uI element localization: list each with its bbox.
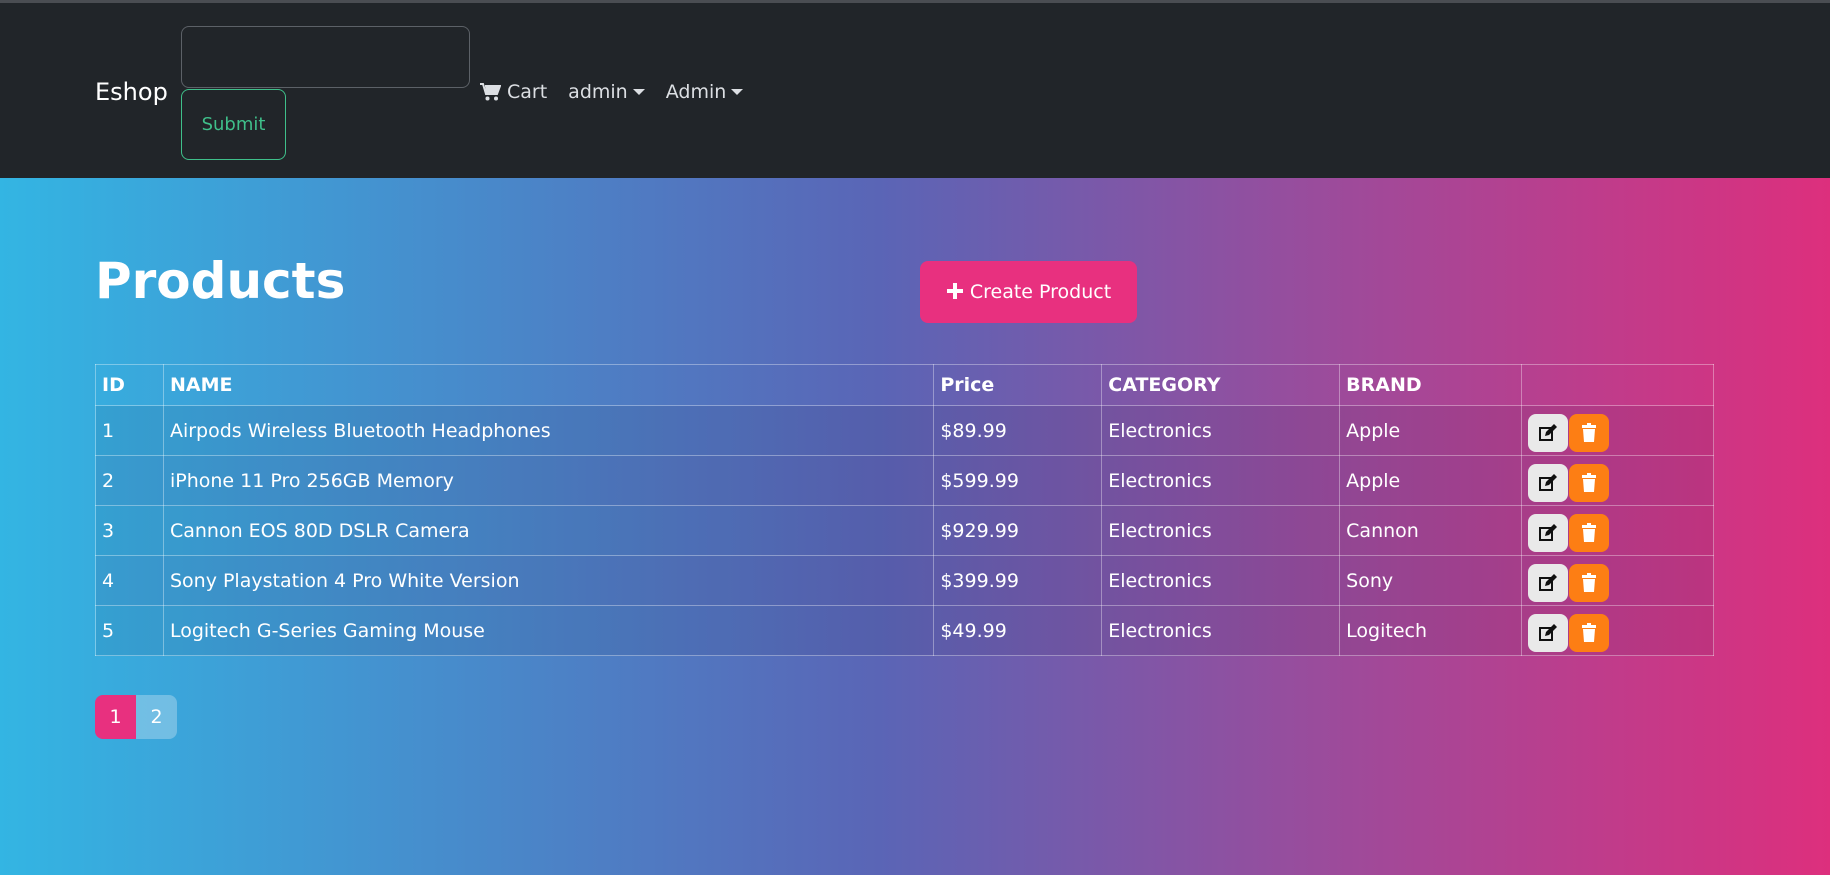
user-menu-label: admin [568, 81, 628, 103]
cell-id: 5 [95, 605, 164, 656]
cell-brand: Apple [1339, 405, 1523, 456]
cell-category: Electronics [1101, 605, 1341, 656]
cell-category: Electronics [1101, 455, 1341, 506]
cell-actions [1521, 505, 1714, 556]
plus-icon [946, 278, 964, 306]
trash-icon [1582, 622, 1597, 642]
pagination: 1 2 [95, 695, 177, 739]
admin-menu-dropdown[interactable]: Admin [666, 81, 744, 103]
cell-price: $399.99 [933, 555, 1103, 606]
delete-button[interactable] [1569, 413, 1610, 452]
cell-actions [1521, 405, 1714, 456]
header-id: ID [95, 364, 164, 406]
create-product-button[interactable]: Create Product [920, 261, 1137, 323]
cell-id: 2 [95, 455, 164, 506]
trash-icon [1582, 522, 1597, 542]
page-title: Products [95, 252, 346, 310]
cart-link[interactable]: Cart [479, 81, 547, 103]
nav-links: Cart admin Admin [479, 81, 764, 103]
edit-button[interactable] [1528, 463, 1569, 502]
delete-button[interactable] [1569, 563, 1610, 602]
cell-price: $599.99 [933, 455, 1103, 506]
table-row: 5 Logitech G-Series Gaming Mouse $49.99 … [95, 605, 1714, 656]
cell-name: Sony Playstation 4 Pro White Version [162, 555, 935, 606]
edit-icon [1539, 523, 1558, 541]
submit-button[interactable]: Submit [181, 89, 286, 160]
edit-button[interactable] [1528, 613, 1569, 652]
cell-actions [1521, 455, 1714, 506]
table-header-row: ID NAME Price CATEGORY BRAND [95, 364, 1714, 406]
chevron-down-icon [632, 89, 645, 95]
edit-icon [1539, 473, 1558, 491]
cell-brand: Sony [1339, 555, 1523, 606]
trash-icon [1582, 422, 1597, 442]
cell-brand: Cannon [1339, 505, 1523, 556]
cell-price: $89.99 [933, 405, 1103, 456]
cart-label: Cart [507, 81, 548, 103]
cell-id: 1 [95, 405, 164, 456]
cell-name: Airpods Wireless Bluetooth Headphones [162, 405, 935, 456]
cell-price: $929.99 [933, 505, 1103, 556]
trash-icon [1582, 572, 1597, 592]
products-table: ID NAME Price CATEGORY BRAND 1 Airpods W… [95, 364, 1714, 656]
edit-button[interactable] [1528, 413, 1569, 452]
table-row: 4 Sony Playstation 4 Pro White Version $… [95, 555, 1714, 606]
shopping-cart-icon [479, 82, 501, 102]
header-name: NAME [162, 364, 935, 406]
cell-actions [1521, 555, 1714, 606]
cell-name: Logitech G-Series Gaming Mouse [162, 605, 935, 656]
create-product-label: Create Product [969, 281, 1112, 303]
edit-icon [1539, 423, 1558, 441]
navbar: Eshop Submit Cart admin Admin [0, 3, 1830, 178]
cell-brand: Logitech [1339, 605, 1523, 656]
cell-category: Electronics [1101, 405, 1341, 456]
cell-brand: Apple [1339, 455, 1523, 506]
edit-icon [1539, 623, 1558, 641]
header-actions [1521, 364, 1714, 406]
table-row: 3 Cannon EOS 80D DSLR Camera $929.99 Ele… [95, 505, 1714, 556]
table-row: 1 Airpods Wireless Bluetooth Headphones … [95, 405, 1714, 456]
page-2-link[interactable]: 2 [136, 695, 177, 739]
user-menu-dropdown[interactable]: admin [568, 81, 645, 103]
cell-name: Cannon EOS 80D DSLR Camera [162, 505, 935, 556]
delete-button[interactable] [1569, 463, 1610, 502]
header-category: CATEGORY [1101, 364, 1341, 406]
table-row: 2 iPhone 11 Pro 256GB Memory $599.99 Ele… [95, 455, 1714, 506]
header-price: Price [933, 364, 1103, 406]
page-1-link[interactable]: 1 [95, 695, 136, 739]
edit-button[interactable] [1528, 513, 1569, 552]
edit-button[interactable] [1528, 563, 1569, 602]
cell-category: Electronics [1101, 555, 1341, 606]
cell-id: 3 [95, 505, 164, 556]
admin-menu-label: Admin [665, 81, 727, 103]
main-content: Products Create Product ID NAME Price CA… [0, 178, 1830, 875]
brand-link[interactable]: Eshop [95, 78, 168, 106]
cell-name: iPhone 11 Pro 256GB Memory [162, 455, 935, 506]
cell-category: Electronics [1101, 505, 1341, 556]
cell-price: $49.99 [933, 605, 1103, 656]
chevron-down-icon [731, 89, 744, 95]
cell-actions [1521, 605, 1714, 656]
edit-icon [1539, 573, 1558, 591]
delete-button[interactable] [1569, 513, 1610, 552]
delete-button[interactable] [1569, 613, 1610, 652]
cell-id: 4 [95, 555, 164, 606]
trash-icon [1582, 472, 1597, 492]
search-input[interactable] [181, 26, 470, 88]
header-brand: BRAND [1339, 364, 1523, 406]
